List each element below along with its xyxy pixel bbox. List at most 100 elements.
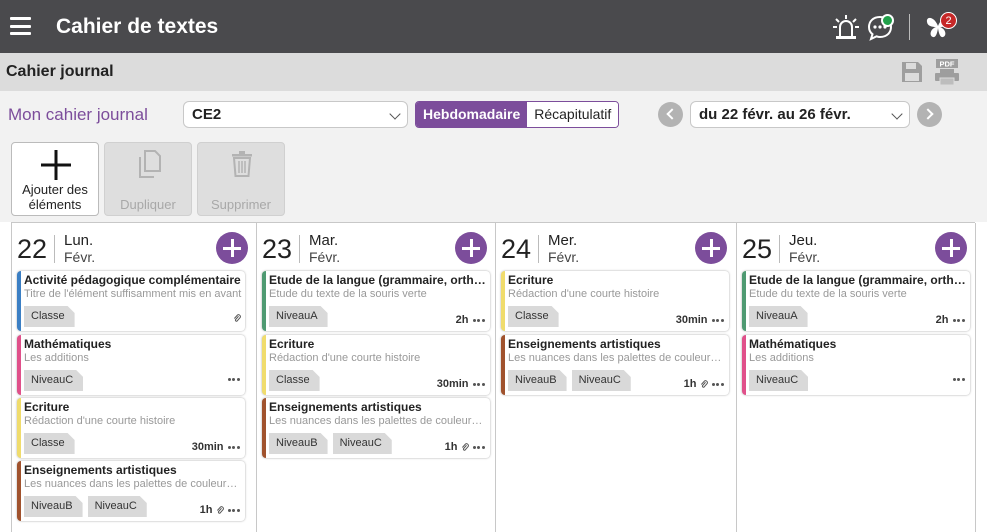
lesson-subtitle: Rédaction d'une courte histoire [24,415,176,427]
lesson-subtitle: Les nuances dans les palettes de couleur… [269,415,487,427]
lesson-meta: 2h [456,314,486,326]
lesson-meta: 1h [445,441,486,453]
plus-icon [41,150,71,180]
tag-list: NiveauB NiveauC [508,370,636,391]
lesson-duration: 2h [935,314,949,326]
lesson-subtitle: Etude du texte de la souris verte [749,288,907,300]
lesson-card[interactable]: Ecriture Rédaction d'une courte histoire C… [17,398,245,458]
lesson-title: Enseignements artistiques [24,463,177,477]
lesson-card[interactable]: Mathématiques Les additions NiveauC [742,335,970,395]
pdf-print-icon[interactable]: PDF [933,58,961,86]
lesson-subtitle: Rédaction d'une courte histoire [508,288,660,300]
group-tag: NiveauC [572,370,631,391]
more-options-icon[interactable] [227,445,242,449]
day-number: 22 [17,234,48,264]
save-icon[interactable] [900,60,924,84]
more-options-icon[interactable] [472,382,487,386]
tag-list: Classe [24,433,80,454]
lesson-meta [230,314,241,323]
class-select[interactable]: CE2 [183,101,408,128]
paperclip-icon [700,379,708,388]
tag-list: Classe [269,370,325,391]
delete-label: Supprimer [211,197,271,212]
menu-icon[interactable] [10,17,31,35]
lesson-title: Etude de la langue (grammaire, orthograp… [749,273,967,287]
more-options-icon[interactable] [952,318,967,322]
duplicate-label: Dupliquer [120,197,176,212]
day-separator [779,235,780,263]
day-name: Lun. [64,232,94,249]
day-month: Févr. [64,249,96,265]
duplicate-button[interactable]: Dupliquer [104,142,192,216]
lesson-duration: 2h [455,314,469,326]
tag-list: Classe [24,306,80,327]
lesson-card[interactable]: Enseignements artistiques Les nuances dan… [501,335,729,395]
add-elements-button[interactable]: Ajouter des éléments [11,142,99,216]
lesson-card[interactable]: Enseignements artistiques Les nuances dan… [262,398,490,458]
more-options-icon[interactable] [227,508,242,512]
more-options-icon[interactable] [227,378,242,381]
week-calendar: 22 Lun. Févr. Activité pédagogique compléme… [11,222,976,532]
lesson-meta: 30min [676,314,725,326]
lesson-title: Enseignements artistiques [269,400,422,414]
tag-list: Classe [508,306,564,327]
lesson-card[interactable]: Mathématiques Les additions NiveauC [17,335,245,395]
lesson-meta [224,378,242,381]
add-to-day-button[interactable] [935,232,967,264]
lesson-title: Ecriture [269,337,315,351]
lesson-title: Activité pédagogique complémentaire [24,273,241,287]
group-tag: Classe [24,306,75,327]
tag-list: NiveauC [749,370,813,391]
day-number: 24 [501,234,532,264]
day-name: Mar. [309,232,339,249]
page-title: Cahier journal [6,63,114,80]
lesson-meta [949,378,967,381]
group-tag: NiveauC [333,433,392,454]
previous-week-button[interactable] [658,102,683,127]
alarm-icon[interactable] [832,13,860,41]
lesson-duration: 30min [191,441,224,453]
more-options-icon[interactable] [472,445,487,449]
view-weekly-button[interactable]: Hebdomadaire [416,102,528,127]
duplicate-icon [139,150,161,178]
more-options-icon[interactable] [952,378,967,381]
day-month: Févr. [309,249,341,265]
more-options-icon[interactable] [711,382,726,386]
more-options-icon[interactable] [472,318,487,322]
lesson-card[interactable]: Ecriture Rédaction d'une courte histoire C… [262,335,490,395]
online-status-dot [881,14,894,27]
lesson-card[interactable]: Activité pédagogique complémentaire Titre… [17,271,245,331]
group-tag: Classe [269,370,320,391]
lesson-card[interactable]: Etude de la langue (grammaire, orthograp… [262,271,490,331]
day-month: Févr. [789,249,821,265]
day-month: Févr. [548,249,580,265]
lesson-card[interactable]: Enseignements artistiques Les nuances dan… [17,461,245,521]
more-options-icon[interactable] [711,318,726,322]
tag-list: NiveauC [24,370,88,391]
group-tag: NiveauA [749,306,808,327]
next-week-button[interactable] [917,102,942,127]
day-number: 23 [262,234,293,264]
lesson-card[interactable]: Ecriture Rédaction d'une courte histoire C… [501,271,729,331]
lesson-subtitle: Rédaction d'une courte histoire [269,352,421,364]
group-tag: Classe [508,306,559,327]
add-to-day-button[interactable] [695,232,727,264]
add-to-day-button[interactable] [455,232,487,264]
paperclip-icon [216,505,224,514]
lesson-meta: 30min [437,378,486,390]
period-select[interactable]: du 22 févr. au 26 févr. [690,101,910,128]
day-column: 23 Mar. Févr. Etude de la langue (grammaire… [257,223,496,532]
view-summary-button[interactable]: Récapitulatif [527,102,619,127]
day-column: 25 Jeu. Févr. Etude de la langue (grammaire… [737,223,976,532]
tag-list: NiveauA [749,306,813,327]
app-title: Cahier de textes [56,15,219,38]
delete-button[interactable]: Supprimer [197,142,285,216]
trash-icon [232,151,252,177]
lesson-subtitle: Etude du texte de la souris verte [269,288,427,300]
add-to-day-button[interactable] [216,232,248,264]
lesson-card[interactable]: Etude de la langue (grammaire, orthograp… [742,271,970,331]
day-separator [299,235,300,263]
day-number: 25 [742,234,773,264]
chevron-down-icon [891,108,903,120]
chevron-right-icon [922,108,934,120]
